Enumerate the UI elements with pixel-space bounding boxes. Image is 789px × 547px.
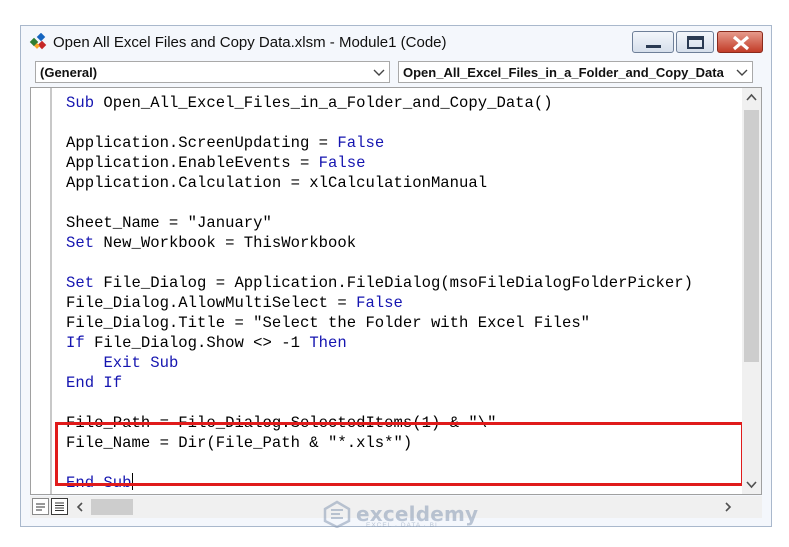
maximize-button[interactable] — [676, 31, 714, 53]
highlighted-code-region — [55, 422, 744, 486]
code-keyword: False — [356, 294, 403, 312]
procedure-view-button[interactable] — [32, 498, 49, 515]
code-line[interactable]: Application.Calculation = xlCalculationM… — [66, 173, 734, 193]
code-line[interactable]: Set File_Dialog = Application.FileDialog… — [66, 273, 734, 293]
code-token: Application.EnableEvents = — [66, 154, 319, 172]
code-line[interactable]: Sub Open_All_Excel_Files_in_a_Folder_and… — [66, 93, 734, 113]
scroll-down-icon[interactable] — [742, 474, 761, 494]
exceldemy-logo-icon — [323, 500, 351, 529]
code-line[interactable] — [66, 193, 734, 213]
horizontal-scroll-thumb[interactable] — [91, 499, 133, 515]
code-line[interactable] — [66, 113, 734, 133]
code-token: New_Workbook = ThisWorkbook — [94, 234, 357, 252]
procedure-combobox-value: Open_All_Excel_Files_in_a_Folder_and_Cop… — [403, 65, 724, 80]
code-line[interactable]: Sheet_Name = "January" — [66, 213, 734, 233]
code-keyword: Then — [309, 334, 347, 352]
window-title: Open All Excel Files and Copy Data.xlsm … — [53, 34, 447, 51]
code-token: File_Dialog = Application.FileDialog(mso… — [94, 274, 693, 292]
scroll-right-icon[interactable] — [722, 500, 734, 514]
code-token: File_Dialog.Title = "Select the Folder w… — [66, 314, 591, 332]
code-keyword: Sub — [66, 94, 95, 112]
watermark-tagline: EXCEL · DATA · BI — [366, 522, 438, 529]
close-button[interactable] — [717, 31, 763, 53]
vertical-scroll-thumb[interactable] — [744, 110, 759, 362]
maximize-icon — [687, 36, 704, 49]
vba-code-window: Open All Excel Files and Copy Data.xlsm … — [20, 25, 772, 527]
vertical-scrollbar[interactable] — [742, 88, 761, 494]
code-keyword: Set — [66, 234, 95, 252]
code-line[interactable]: Application.ScreenUpdating = False — [66, 133, 734, 153]
code-editor[interactable]: Sub Open_All_Excel_Files_in_a_Folder_and… — [30, 87, 762, 495]
exceldemy-watermark: exceldemy EXCEL · DATA · BI — [322, 500, 478, 530]
dropdown-arrow-icon — [373, 69, 385, 76]
code-keyword: End If — [66, 374, 123, 392]
scrollbar-corner — [742, 496, 762, 518]
object-combobox-value: (General) — [40, 65, 98, 80]
full-module-view-button[interactable] — [51, 498, 68, 515]
code-token: Application.Calculation = xlCalculationM… — [66, 174, 488, 192]
code-token: File_Dialog.AllowMultiSelect = — [66, 294, 357, 312]
code-token: Sheet_Name = "January" — [66, 214, 272, 232]
code-keyword: Set — [66, 274, 95, 292]
title-bar[interactable]: Open All Excel Files and Copy Data.xlsm … — [21, 26, 771, 58]
procedure-view-icon — [36, 503, 45, 511]
code-token: Open_All_Excel_Files_in_a_Folder_and_Cop… — [94, 94, 553, 112]
minimize-icon — [646, 45, 661, 48]
procedure-combobox[interactable]: Open_All_Excel_Files_in_a_Folder_and_Cop… — [398, 61, 753, 83]
close-icon — [732, 35, 750, 51]
code-keyword: If — [66, 334, 85, 352]
code-line[interactable]: Set New_Workbook = ThisWorkbook — [66, 233, 734, 253]
dropdown-arrow-icon — [736, 69, 748, 76]
code-line[interactable]: Exit Sub — [66, 353, 734, 373]
code-token: Application.ScreenUpdating = — [66, 134, 338, 152]
code-line[interactable]: File_Dialog.Title = "Select the Folder w… — [66, 313, 734, 333]
minimize-button[interactable] — [632, 31, 674, 53]
code-line[interactable]: End If — [66, 373, 734, 393]
full-module-view-icon — [55, 502, 64, 511]
code-keyword: False — [337, 134, 385, 152]
code-keyword: False — [318, 154, 366, 172]
code-line[interactable]: If File_Dialog.Show <> -1 Then — [66, 333, 734, 353]
scroll-left-icon[interactable] — [74, 500, 86, 514]
scroll-up-icon[interactable] — [742, 88, 761, 108]
code-line[interactable] — [66, 253, 734, 273]
margin-indicator-bar[interactable] — [31, 88, 52, 494]
vba-app-icon — [29, 33, 47, 50]
object-combobox[interactable]: (General) — [35, 61, 390, 83]
code-keyword: Exit Sub — [103, 354, 179, 372]
code-line[interactable]: File_Dialog.AllowMultiSelect = False — [66, 293, 734, 313]
code-token: File_Dialog.Show <> -1 — [84, 334, 310, 352]
code-line[interactable]: Application.EnableEvents = False — [66, 153, 734, 173]
code-line[interactable] — [66, 393, 734, 413]
